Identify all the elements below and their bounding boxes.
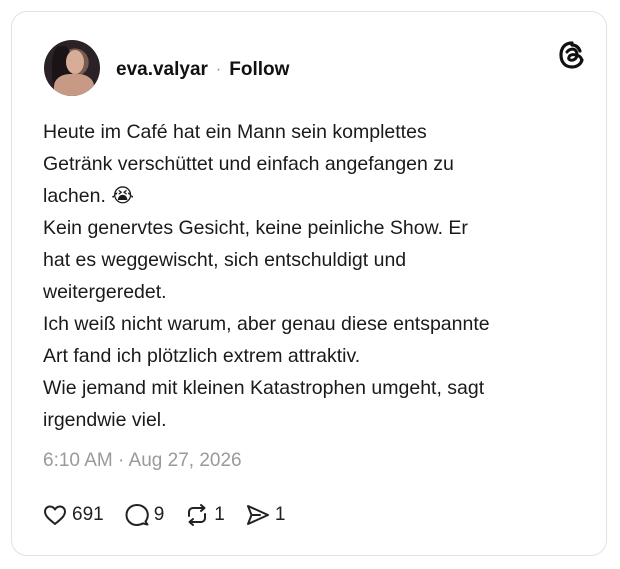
post-card: eva.valyar · Follow Heute im Café hat ei…: [11, 11, 607, 556]
avatar-face: [66, 50, 84, 74]
send-icon: [246, 505, 269, 525]
repost-count: 1: [214, 504, 225, 525]
like-button[interactable]: 691: [42, 502, 104, 528]
threads-logo-icon[interactable]: [558, 40, 586, 70]
post-timestamp[interactable]: 6:10 AM · Aug 27, 2026: [43, 450, 242, 472]
heart-icon: [44, 505, 66, 525]
share-button[interactable]: 1: [245, 502, 286, 528]
comment-bubble-icon: [125, 504, 149, 526]
avatar-body: [54, 74, 94, 96]
follow-button[interactable]: Follow: [229, 59, 289, 81]
repost-button[interactable]: 1: [184, 502, 225, 528]
share-count: 1: [274, 504, 286, 525]
reply-count: 9: [153, 504, 165, 525]
action-bar: 691 9 1 1: [42, 501, 305, 529]
repost-arrows-icon: [188, 504, 207, 526]
header-separator: ·: [215, 61, 222, 78]
like-count: 691: [72, 504, 104, 525]
post-header: eva.valyar · Follow: [116, 56, 289, 84]
avatar[interactable]: [44, 40, 100, 96]
reply-button[interactable]: 9: [124, 502, 165, 528]
username-link[interactable]: eva.valyar: [116, 59, 208, 81]
post-body-text: Heute im Café hat ein Mann sein komplett…: [43, 121, 490, 431]
